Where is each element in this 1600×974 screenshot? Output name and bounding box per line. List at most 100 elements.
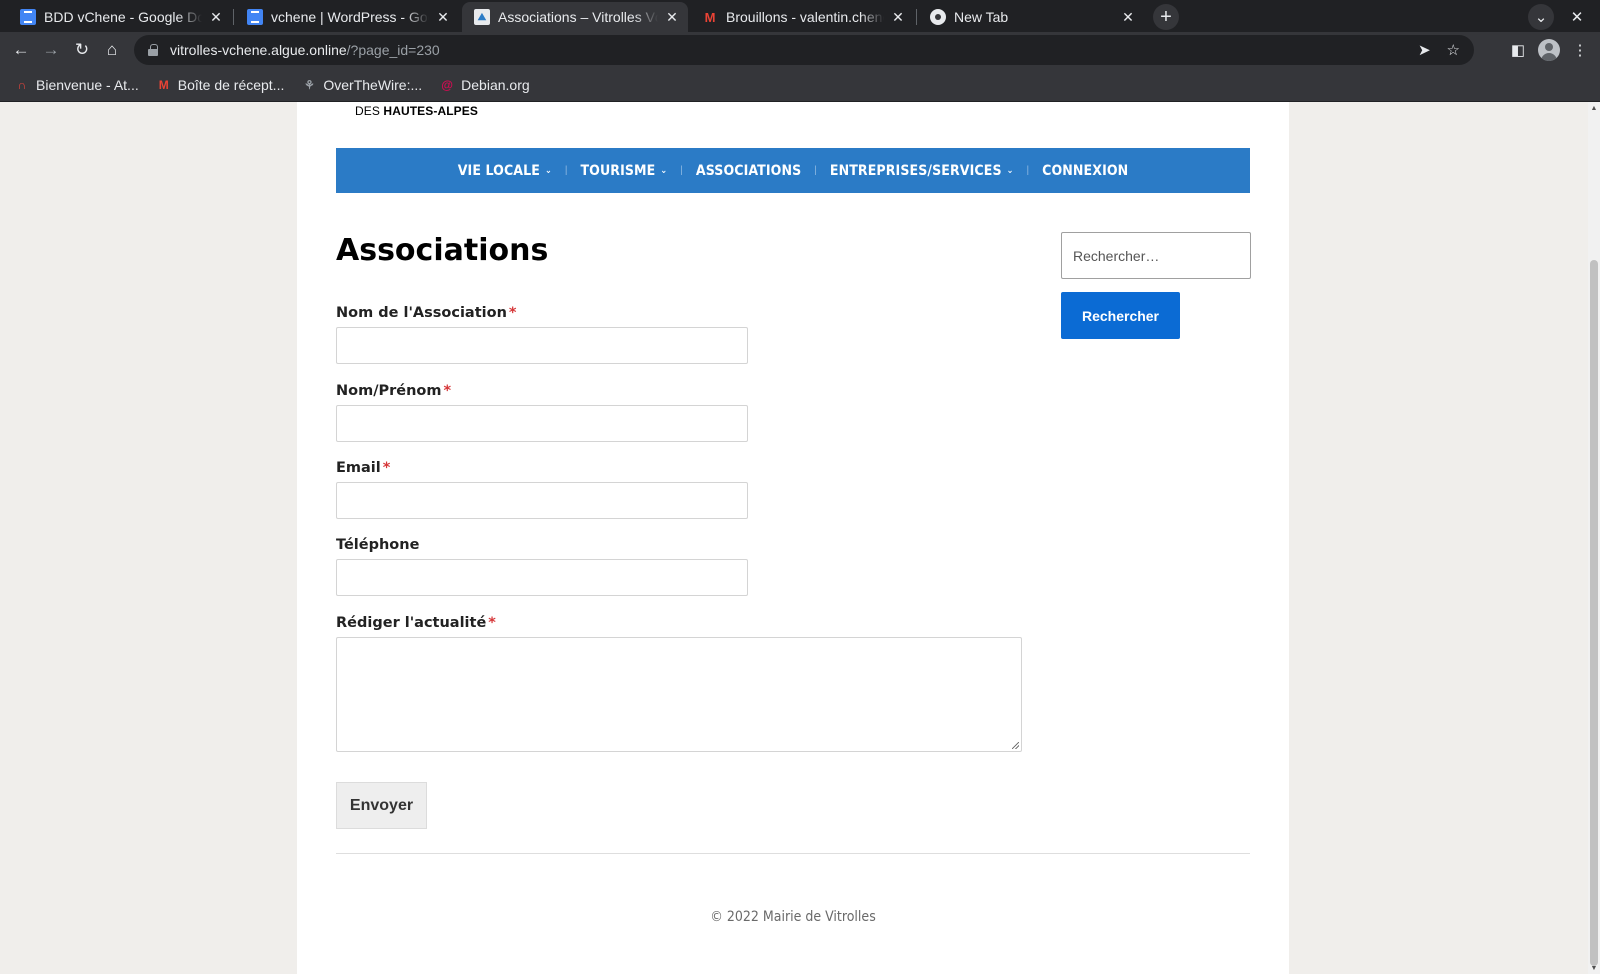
browser-toolbar: ← → ↻ ⌂ vitrolles-vchene.algue.online/?p… (0, 32, 1600, 68)
footer-copyright: © 2022 Mairie de Vitrolles (710, 909, 876, 925)
phone-input[interactable] (336, 559, 748, 596)
close-icon[interactable]: ✕ (1120, 9, 1136, 26)
lock-icon (148, 44, 158, 56)
app-icon: ∩ (17, 77, 27, 92)
new-tab-button[interactable]: + (1153, 4, 1179, 30)
nav-item-vie-locale[interactable]: VIE LOCALE ⌄ (458, 163, 552, 179)
tab-title: vchene | WordPress - Google Docs (271, 9, 429, 25)
submit-button[interactable]: Envoyer (336, 782, 427, 829)
browser-tab-active[interactable]: ⛰ Associations – Vitrolles Vchene ✕ (462, 2, 688, 32)
nav-item-entreprises-services[interactable]: ENTREPRISES/SERVICES ⌄ (830, 163, 1014, 179)
tab-title: New Tab (954, 9, 1009, 25)
docs-icon (20, 9, 36, 25)
address-bar[interactable]: vitrolles-vchene.algue.online/?page_id=2… (134, 35, 1474, 65)
tab-title: Brouillons - valentin.chene (726, 9, 884, 25)
required-mark: * (508, 305, 517, 321)
bookmarks-bar: ∩ Bienvenue - At... M Boîte de récept...… (0, 68, 1600, 102)
tab-search-chevron-icon[interactable]: ⌄ (1528, 4, 1554, 30)
docs-icon (247, 9, 263, 25)
nav-item-label: VIE LOCALE (457, 162, 540, 179)
bookmark-item[interactable]: ∩ Bienvenue - At... (14, 77, 139, 93)
bookmark-label: Boîte de récept... (177, 76, 285, 93)
toolbar-actions: ◧ ⋮ (1506, 38, 1600, 62)
url-host: vitrolles-vchene.algue.online (170, 42, 347, 58)
full-name-input[interactable] (336, 405, 748, 442)
close-icon[interactable]: ✕ (435, 9, 451, 26)
site-icon: ⛰ (474, 9, 490, 25)
nav-item-associations[interactable]: ASSOCIATIONS (696, 163, 801, 179)
menu-kebab-icon[interactable]: ⋮ (1568, 38, 1592, 62)
scrollbar-thumb[interactable] (1590, 260, 1598, 966)
close-icon[interactable]: ✕ (208, 9, 224, 26)
email-input[interactable] (336, 482, 748, 519)
url-path: /?page_id=230 (346, 42, 440, 58)
browser-tab[interactable]: New Tab ✕ (918, 2, 1144, 32)
association-name-input[interactable] (336, 327, 748, 364)
window-controls: ⌄ ✕ (1528, 4, 1600, 30)
bookmark-label: OverTheWire:... (323, 76, 423, 93)
nav-item-connexion[interactable]: CONNEXION (1042, 163, 1128, 179)
gmail-icon: M (158, 77, 169, 92)
tab-separator (233, 9, 234, 25)
chrome-icon (930, 9, 946, 25)
nav-item-label: ASSOCIATIONS (695, 162, 802, 179)
search-input[interactable]: Rechercher… (1061, 232, 1251, 279)
window-close-icon[interactable]: ✕ (1564, 4, 1590, 30)
email-label: Email * (336, 460, 391, 476)
bookmark-item[interactable]: ⚘ OverTheWire:... (301, 77, 422, 93)
tagline-strong: HAUTES-ALPES (383, 104, 478, 118)
side-panel-icon[interactable]: ◧ (1506, 38, 1530, 62)
browser-tab-strip: BDD vChene - Google Docs ✕ vchene | Word… (0, 0, 1600, 32)
close-icon[interactable]: ✕ (890, 9, 906, 26)
tab-title: Associations – Vitrolles Vchene (498, 9, 658, 25)
nav-divider: | (564, 165, 568, 176)
nav-divider: | (814, 165, 817, 176)
required-mark: * (488, 615, 496, 631)
bookmark-item[interactable]: @ Debian.org (439, 76, 530, 93)
bookmark-item[interactable]: M Boîte de récept... (156, 77, 285, 93)
otw-icon: ⚘ (303, 77, 315, 92)
chevron-down-icon: ⌄ (544, 165, 552, 176)
news-text-label: Rédiger l'actualité * (336, 615, 496, 631)
browser-tab[interactable]: BDD vChene - Google Docs ✕ (8, 2, 232, 32)
chevron-down-icon: ⌄ (1006, 165, 1014, 176)
footer-divider (336, 853, 1250, 854)
tagline-prefix: DES (355, 104, 380, 118)
tab-separator (916, 9, 917, 25)
nav-divider: | (680, 165, 683, 176)
page-viewport: DES HAUTES-ALPES VIE LOCALE ⌄ | TOURISME… (0, 102, 1588, 974)
nav-divider: | (1026, 165, 1030, 176)
forward-arrow-icon[interactable]: → (39, 38, 63, 62)
home-icon[interactable]: ⌂ (100, 38, 124, 62)
phone-label: Téléphone (336, 537, 420, 553)
bookmark-label: Debian.org (461, 76, 530, 93)
nav-item-label: ENTREPRISES/SERVICES (829, 162, 1002, 179)
debian-icon: @ (441, 77, 453, 92)
association-name-label: Nom de l'Association * (336, 305, 517, 321)
news-textarea[interactable] (336, 637, 1022, 752)
main-navigation: VIE LOCALE ⌄ | TOURISME ⌄ | ASSOCIATIONS… (336, 148, 1250, 193)
bookmark-star-icon[interactable]: ☆ (1447, 41, 1460, 59)
bookmark-label: Bienvenue - At... (36, 76, 139, 93)
nav-item-label: TOURISME (580, 162, 656, 179)
browser-tab[interactable]: vchene | WordPress - Google Docs ✕ (235, 2, 459, 32)
site-tagline: DES HAUTES-ALPES (355, 104, 478, 118)
reload-icon[interactable]: ↻ (70, 38, 94, 62)
site-container: DES HAUTES-ALPES VIE LOCALE ⌄ | TOURISME… (297, 102, 1289, 974)
scroll-up-icon[interactable]: ▲ (1588, 102, 1600, 114)
page-title: Associations (336, 233, 549, 268)
scroll-down-icon[interactable]: ▼ (1588, 962, 1600, 974)
profile-avatar-icon[interactable] (1538, 39, 1560, 61)
browser-tab[interactable]: M Brouillons - valentin.chene ✕ (690, 2, 914, 32)
nav-item-label: CONNEXION (1042, 162, 1129, 179)
back-arrow-icon[interactable]: ← (9, 38, 33, 62)
send-icon[interactable]: ➤ (1418, 41, 1431, 59)
required-mark: * (382, 460, 391, 476)
chevron-down-icon: ⌄ (660, 165, 668, 176)
required-mark: * (443, 383, 452, 399)
full-name-label: Nom/Prénom * (336, 383, 452, 399)
close-icon[interactable]: ✕ (664, 9, 680, 26)
nav-item-tourisme[interactable]: TOURISME ⌄ (580, 163, 667, 179)
search-button[interactable]: Rechercher (1061, 292, 1180, 339)
page-scrollbar[interactable]: ▲ ▼ (1588, 102, 1600, 974)
